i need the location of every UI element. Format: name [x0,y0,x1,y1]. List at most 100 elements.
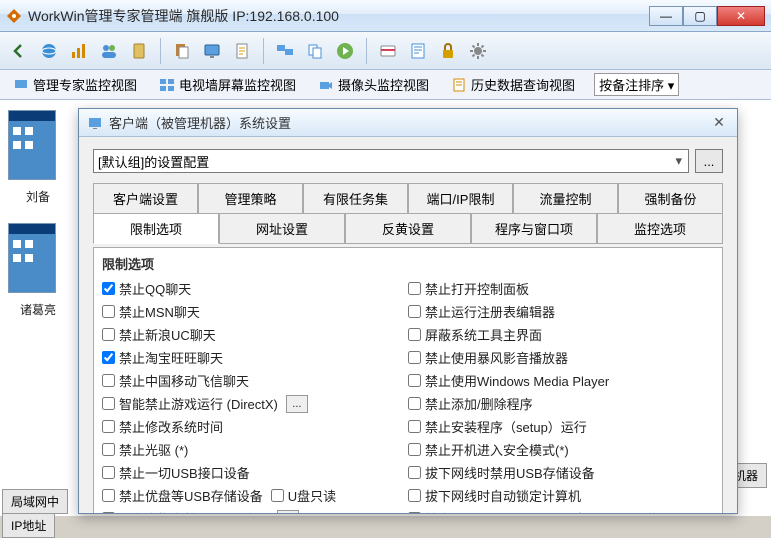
checkbox[interactable] [408,282,421,295]
client-thumbnails: 刘备 诸葛亮 [8,110,68,318]
minimize-button[interactable]: — [649,6,683,26]
toolbar-monitor-icon[interactable] [199,38,225,64]
check-label: 禁止QQ聊天 [119,279,191,298]
toolbar-globe-icon[interactable] [36,38,62,64]
checkbox[interactable] [408,351,421,364]
toolbar-form-icon[interactable] [405,38,431,64]
tab-port-ip[interactable]: 端口/IP限制 [408,183,513,213]
toolbar-screens-icon[interactable] [272,38,298,64]
check-wmp[interactable]: 禁止使用Windows Media Player [408,369,714,392]
check-storm[interactable]: 禁止使用暴风影音播放器 [408,346,714,369]
tvwall-icon [159,77,175,93]
check-sina-uc[interactable]: 禁止新浪UC聊天 [102,323,408,346]
toolbar-lock-icon[interactable] [435,38,461,64]
check-qq[interactable]: 禁止QQ聊天 [102,277,408,300]
qq-list-button[interactable]: ... [277,510,299,514]
check-label: 禁止使用Windows Media Player [425,371,609,390]
camera-icon [318,77,334,93]
maximize-button[interactable]: ▢ [683,6,717,26]
check-label: 禁止中国移动飞信聊天 [119,371,249,390]
toolbar-card-icon[interactable] [375,38,401,64]
toolbar-copy-icon[interactable] [302,38,328,64]
viewtab-history[interactable]: 历史数据查询视图 [444,71,582,98]
checkbox[interactable] [102,420,115,433]
tab-tasks[interactable]: 有限任务集 [303,183,408,213]
checkbox[interactable] [102,512,115,513]
toolbar-paste-icon[interactable] [169,38,195,64]
checkbox[interactable] [102,282,115,295]
toolbar-back-icon[interactable] [6,38,32,64]
client-thumbnail[interactable] [8,223,56,293]
directx-config-button[interactable]: ... [286,395,308,413]
checkbox[interactable] [102,305,115,318]
tab-program-window[interactable]: 程序与窗口项 [471,213,597,244]
config-more-button[interactable]: ... [695,149,723,173]
sort-select[interactable]: 按备注排序 ▾ [594,73,679,96]
check-systime[interactable]: 禁止修改系统时间 [102,415,408,438]
check-msn[interactable]: 禁止MSN聊天 [102,300,408,323]
tab-url[interactable]: 网址设置 [219,213,345,244]
toolbar-separator [160,38,161,64]
toolbar-clipboard-icon[interactable] [126,38,152,64]
tab-policy[interactable]: 管理策略 [198,183,303,213]
checkbox[interactable] [102,328,115,341]
toolbar-users-icon[interactable] [96,38,122,64]
toolbar-gear-icon[interactable] [465,38,491,64]
check-unplug-lock[interactable]: 拔下网线时自动锁定计算机 [408,484,714,507]
dialog-titlebar: 客户端（被管理机器）系统设置 ✕ [79,109,737,137]
check-safemode[interactable]: 禁止开机进入安全模式(*) [408,438,714,461]
check-setup[interactable]: 禁止安装程序（setup）运行 [408,415,714,438]
toolbar-chart-icon[interactable] [66,38,92,64]
checkbox[interactable] [102,489,115,502]
check-systools[interactable]: 屏蔽系统工具主界面 [408,323,714,346]
tab-backup[interactable]: 强制备份 [618,183,723,213]
checkbox[interactable] [102,443,115,456]
checkbox[interactable] [408,305,421,318]
viewtab-tvwall[interactable]: 电视墙屏幕监控视图 [152,71,303,98]
bottom-tab-ip[interactable]: IP地址 [2,513,55,538]
check-cdrom[interactable]: 禁止光驱 (*) [102,438,408,461]
bottom-tab-lan[interactable]: 局域网中 [2,489,68,514]
tab-restrict[interactable]: 限制选项 [93,213,219,244]
viewtab-monitor[interactable]: 管理专家监控视图 [6,71,144,98]
check-wangwang[interactable]: 禁止淘宝旺旺聊天 [102,346,408,369]
checkbox[interactable] [408,466,421,479]
check-all-usb[interactable]: 禁止一切USB接口设备 [102,461,408,484]
checkbox[interactable] [408,489,421,502]
viewtab-camera[interactable]: 摄像头监控视图 [311,71,436,98]
check-control-panel[interactable]: 禁止打开控制面板 [408,277,714,300]
checkbox[interactable] [102,466,115,479]
tab-client-settings[interactable]: 客户端设置 [93,183,198,213]
check-unplug-usb[interactable]: 拔下网线时禁用USB存储设备 [408,461,714,484]
checkbox[interactable] [102,351,115,364]
checkbox[interactable] [408,420,421,433]
toolbar-separator [263,38,264,64]
check-addremove[interactable]: 禁止添加/删除程序 [408,392,714,415]
check-label: 禁止淘宝旺旺聊天 [119,348,223,367]
tab-monitor-options[interactable]: 监控选项 [597,213,723,244]
dialog-title: 客户端（被管理机器）系统设置 [109,113,709,132]
tab-antiporn[interactable]: 反黄设置 [345,213,471,244]
close-button[interactable]: ✕ [717,6,765,26]
check-fetion[interactable]: 禁止中国移动飞信聊天 [102,369,408,392]
check-flash[interactable]: 禁止网页显示Flash动画、电影、Flash游戏 [408,507,714,513]
checkbox[interactable] [408,397,421,410]
toolbar-doc-icon[interactable] [229,38,255,64]
dialog-close-button[interactable]: ✕ [709,114,729,132]
checkbox[interactable] [408,443,421,456]
check-label: 只允许指定的QQ号码登录 [119,509,269,513]
toolbar-play-icon[interactable] [332,38,358,64]
checkbox[interactable] [408,328,421,341]
check-regedit[interactable]: 禁止运行注册表编辑器 [408,300,714,323]
tab-traffic[interactable]: 流量控制 [513,183,618,213]
checkbox[interactable] [102,374,115,387]
config-group-select[interactable]: [默认组]的设置配置 [93,149,689,173]
checkbox[interactable] [102,397,115,410]
client-thumbnail[interactable] [8,110,56,180]
checkbox-usb-readonly[interactable] [271,489,284,502]
check-label: 禁止添加/删除程序 [425,394,533,413]
checkbox[interactable] [408,512,421,513]
check-label: 禁止新浪UC聊天 [119,325,216,344]
settings-dialog: 客户端（被管理机器）系统设置 ✕ [默认组]的设置配置 ... 客户端设置 管理… [78,108,738,514]
checkbox[interactable] [408,374,421,387]
